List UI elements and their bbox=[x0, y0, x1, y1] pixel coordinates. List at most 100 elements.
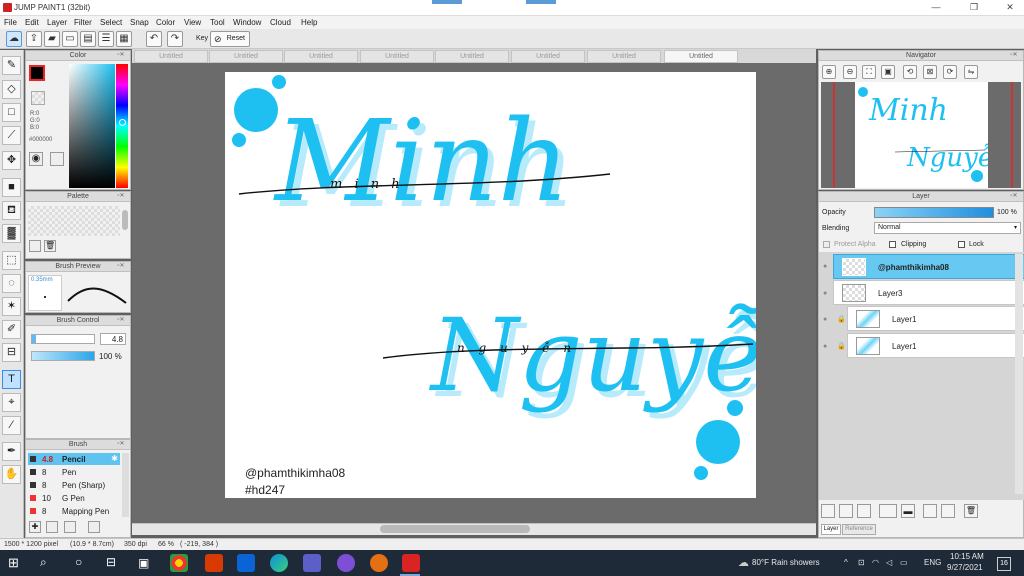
visibility-icon[interactable]: ● bbox=[823, 316, 827, 323]
weather-icon[interactable]: ☁ bbox=[738, 556, 749, 569]
list-button[interactable]: ☰ bbox=[98, 31, 114, 47]
new-canvas-button[interactable]: ☁ bbox=[6, 31, 22, 47]
gear-icon[interactable]: ✱ bbox=[111, 454, 118, 463]
export-button[interactable]: ⇪ bbox=[26, 31, 42, 47]
clock-time[interactable]: 10:15 AM bbox=[950, 552, 984, 561]
layer-dropdown-button[interactable] bbox=[879, 504, 897, 518]
brush-tool[interactable]: ✎ bbox=[2, 56, 21, 75]
office-icon[interactable] bbox=[205, 554, 223, 572]
tablet-button[interactable]: ▭ bbox=[62, 31, 78, 47]
brush-settings-button[interactable] bbox=[46, 521, 58, 533]
menu-color[interactable]: Color bbox=[156, 18, 175, 27]
fit-button[interactable]: ⛶ bbox=[862, 65, 876, 79]
lock-checkbox[interactable] bbox=[958, 241, 965, 248]
panel-options-icon[interactable]: ▫✕ bbox=[114, 317, 128, 324]
menu-view[interactable]: View bbox=[184, 18, 201, 27]
doc-tab[interactable]: Untitled bbox=[511, 50, 585, 63]
hand-tool[interactable]: ✋ bbox=[2, 465, 21, 484]
line-tool[interactable]: ⟋ bbox=[2, 126, 21, 145]
menu-cloud[interactable]: Cloud bbox=[270, 18, 291, 27]
horizontal-scroll-thumb[interactable] bbox=[380, 525, 530, 533]
menu-select[interactable]: Select bbox=[100, 18, 122, 27]
doc-tab[interactable]: Untitled bbox=[209, 50, 283, 63]
marquee-tool[interactable]: ⬚ bbox=[2, 251, 21, 270]
rotate-reset-button[interactable]: ⊠ bbox=[923, 65, 937, 79]
grid-button[interactable]: ▦ bbox=[116, 31, 132, 47]
layer-list-scrollbar[interactable] bbox=[1015, 254, 1023, 494]
rotate-right-button[interactable]: ⟳ bbox=[943, 65, 957, 79]
task-view-icon[interactable]: ○ bbox=[75, 555, 82, 569]
page-button[interactable]: ▤ bbox=[80, 31, 96, 47]
new-layer-button[interactable] bbox=[821, 504, 835, 518]
clock-date[interactable]: 9/27/2021 bbox=[947, 563, 983, 572]
move-tool[interactable]: ✥ bbox=[2, 151, 21, 170]
background-color-swatch[interactable] bbox=[31, 91, 45, 105]
maximize-button[interactable]: ❐ bbox=[962, 2, 986, 14]
hue-slider[interactable] bbox=[116, 64, 128, 188]
palette-scrollbar[interactable] bbox=[122, 210, 128, 230]
opacity-slider[interactable] bbox=[874, 207, 994, 218]
select-rect-tool[interactable]: □ bbox=[2, 103, 21, 122]
drawing-canvas[interactable]: Minh Minh m i n h Nguyễn Nguyễn n g u y … bbox=[225, 72, 756, 498]
color-picker-button[interactable] bbox=[50, 152, 64, 166]
bucket-tool[interactable]: ⛾ bbox=[2, 201, 21, 220]
foreground-color-swatch[interactable] bbox=[29, 65, 45, 81]
doc-tab[interactable]: Untitled bbox=[435, 50, 509, 63]
doc-tab-active[interactable]: Untitled bbox=[664, 50, 738, 63]
brush-item-mapping-pen[interactable]: 8 Mapping Pen bbox=[28, 505, 120, 517]
duplicate-layer-button[interactable] bbox=[923, 504, 937, 518]
add-brush-icon[interactable]: ✚ bbox=[29, 521, 41, 533]
battery-icon[interactable]: ▭ bbox=[900, 558, 908, 567]
lasso-tool[interactable]: ◌ bbox=[2, 274, 21, 293]
weather-text[interactable]: 80°F Rain showers bbox=[752, 558, 820, 567]
new-raster-button[interactable] bbox=[839, 504, 853, 518]
tab-reference[interactable]: Reference bbox=[842, 524, 876, 535]
panel-options-icon[interactable]: ▫✕ bbox=[114, 193, 128, 200]
clipping-checkbox[interactable] bbox=[889, 241, 896, 248]
edge-icon[interactable] bbox=[270, 554, 288, 572]
brush-item-pen-sharp[interactable]: 8 Pen (Sharp) bbox=[28, 479, 120, 491]
teams-icon[interactable] bbox=[303, 554, 321, 572]
add-swatch-button[interactable] bbox=[29, 240, 41, 252]
network-icon[interactable]: ⊡ bbox=[858, 558, 865, 567]
panel-options-icon[interactable]: ▫✕ bbox=[114, 263, 128, 270]
mail-icon[interactable] bbox=[237, 554, 255, 572]
picker-tool[interactable]: ✒ bbox=[2, 442, 21, 461]
magic-wand-tool[interactable]: ✶ bbox=[2, 297, 21, 316]
hue-cursor[interactable] bbox=[119, 119, 126, 126]
brush-page-button[interactable] bbox=[88, 521, 100, 533]
brush-item-pen[interactable]: 8 Pen bbox=[28, 466, 120, 478]
doc-tab[interactable]: Untitled bbox=[134, 50, 208, 63]
new-halftone-button[interactable] bbox=[857, 504, 871, 518]
zoom-out-button[interactable]: ⊖ bbox=[843, 65, 857, 79]
widgets-icon[interactable]: ⊟ bbox=[106, 555, 116, 569]
layer-row-text[interactable]: @phamthikimha08 ✱ bbox=[833, 254, 1024, 279]
select-eraser-tool[interactable]: ⊟ bbox=[2, 343, 21, 362]
panel-options-icon[interactable]: ▫✕ bbox=[1007, 52, 1021, 59]
jump-paint-icon[interactable] bbox=[402, 554, 420, 572]
panel-options-icon[interactable]: ▫✕ bbox=[1007, 193, 1021, 200]
brush-size-slider[interactable] bbox=[31, 334, 95, 344]
fill-rect-tool[interactable]: ■ bbox=[2, 178, 21, 197]
merge-layer-button[interactable] bbox=[941, 504, 955, 518]
chrome-icon[interactable] bbox=[170, 554, 188, 572]
brush-dropdown-button[interactable] bbox=[64, 521, 76, 533]
chevron-up-icon[interactable]: ^ bbox=[844, 558, 848, 567]
wifi-icon[interactable]: ◠ bbox=[872, 558, 879, 567]
menu-file[interactable]: File bbox=[4, 18, 17, 27]
undo-button[interactable]: ↶ bbox=[146, 31, 162, 47]
comment-button[interactable]: ▰ bbox=[44, 31, 60, 47]
visibility-icon[interactable]: ● bbox=[823, 263, 827, 270]
panel-options-icon[interactable]: ▫✕ bbox=[114, 441, 128, 448]
windows-start-icon[interactable]: ⊞ bbox=[8, 555, 19, 571]
tab-layer[interactable]: Layer bbox=[821, 524, 841, 535]
gradient-tool[interactable]: ▓ bbox=[2, 224, 21, 243]
layer-row-layer3[interactable]: Layer3 bbox=[833, 280, 1024, 305]
doc-tab[interactable]: Untitled bbox=[587, 50, 661, 63]
text-tool[interactable]: T bbox=[2, 370, 21, 389]
menu-layer[interactable]: Layer bbox=[47, 18, 67, 27]
protect-alpha-checkbox[interactable] bbox=[823, 241, 830, 248]
visibility-icon[interactable]: ● bbox=[823, 343, 827, 350]
divide-tool[interactable]: ⌖ bbox=[2, 393, 21, 412]
layer-row-layer1-a[interactable]: Layer1 bbox=[847, 306, 1024, 331]
